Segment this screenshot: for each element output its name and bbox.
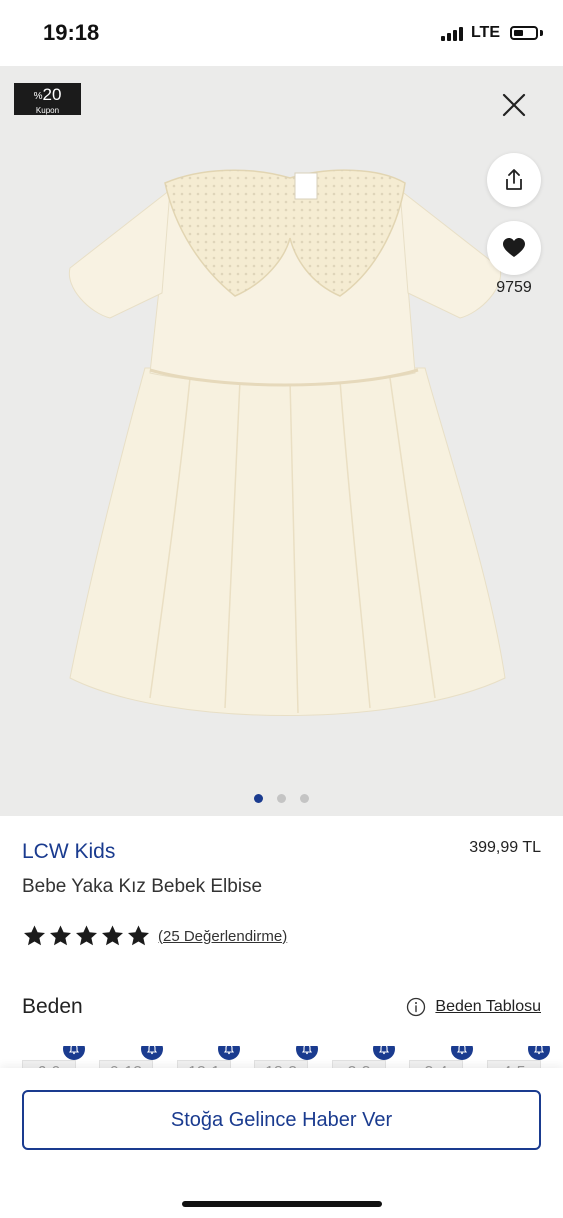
coupon-value: 20 — [42, 85, 62, 104]
coupon-badge: %20 Kupon — [14, 83, 81, 115]
star-icon — [50, 925, 71, 946]
product-title: Bebe Yaka Kız Bebek Elbise — [22, 876, 263, 897]
bell-icon[interactable] — [373, 1046, 395, 1060]
favorite-button[interactable] — [487, 221, 541, 275]
bell-icon[interactable] — [141, 1046, 163, 1060]
notify-when-in-stock-button[interactable]: Stoğa Gelince Haber Ver — [22, 1090, 541, 1150]
bell-icon[interactable] — [528, 1046, 550, 1060]
product-image — [68, 169, 506, 716]
gallery-dot-1[interactable] — [254, 794, 263, 803]
rating-stars — [22, 924, 151, 948]
bell-icon[interactable] — [63, 1046, 85, 1060]
close-button[interactable] — [497, 88, 531, 122]
status-indicators: LTE — [440, 24, 543, 42]
info-icon — [407, 997, 426, 1017]
bell-icon[interactable] — [218, 1046, 240, 1060]
coupon-label: Kupon — [35, 106, 60, 115]
status-bar: 19:18 LTE — [0, 0, 563, 66]
product-price: 399,99 TL — [469, 839, 541, 856]
share-icon — [506, 169, 522, 190]
size-heading: Beden — [22, 995, 83, 1018]
bottom-action-bar: Stoğa Gelince Haber Ver — [0, 1068, 563, 1218]
size-chart-link[interactable]: Beden Tablosu — [406, 997, 541, 1017]
gallery-dot-2[interactable] — [277, 794, 286, 803]
heart-icon — [503, 238, 525, 257]
star-icon — [76, 925, 97, 946]
star-icon — [24, 925, 45, 946]
home-indicator[interactable] — [182, 1201, 382, 1207]
close-icon — [502, 93, 526, 117]
bell-icon[interactable] — [296, 1046, 318, 1060]
star-icon — [128, 925, 149, 946]
network-label: LTE — [470, 24, 500, 41]
gallery-dot-3[interactable] — [300, 794, 309, 803]
rating[interactable]: (25 Değerlendirme) — [22, 924, 287, 948]
status-time: 19:18 — [43, 20, 100, 45]
brand-name[interactable]: LCW Kids — [22, 840, 115, 864]
bell-icon[interactable] — [451, 1046, 473, 1060]
signal-icon — [440, 25, 463, 41]
share-button[interactable] — [487, 153, 541, 207]
star-icon — [102, 925, 123, 946]
favorite-count: 9759 — [496, 279, 532, 296]
rating-count-link[interactable]: (25 Değerlendirme) — [158, 928, 287, 945]
battery-icon — [510, 26, 538, 40]
size-chart-label[interactable]: Beden Tablosu — [435, 998, 541, 1016]
gallery-pagination[interactable] — [254, 794, 309, 803]
